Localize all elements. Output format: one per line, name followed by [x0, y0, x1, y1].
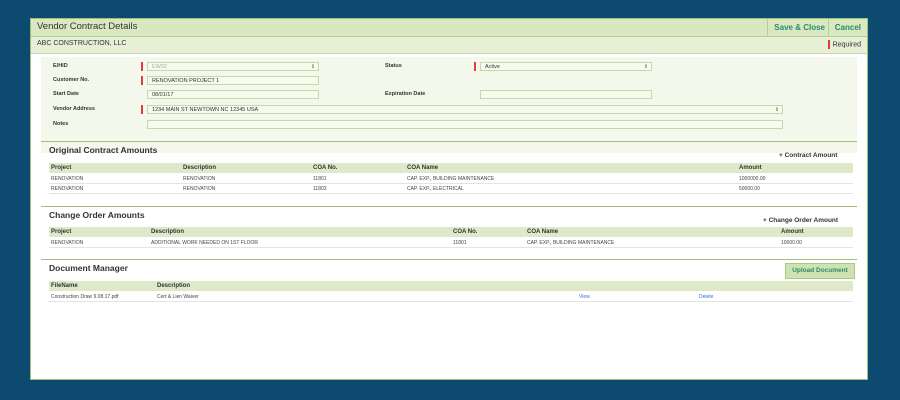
required-label: Required: [832, 41, 861, 49]
select-arrows-icon: ⇕: [774, 107, 779, 113]
col-coa-name: COA Name: [407, 165, 439, 171]
table-row[interactable]: RENOVATION RENOVATION 11801 CAP. EXP., B…: [49, 174, 853, 184]
customer-value: RENOVATION PROJECT 1: [152, 78, 220, 84]
status-select[interactable]: Active ⇕: [480, 62, 652, 71]
cell-coa-name: CAP. EXP., ELECTRICAL: [407, 186, 464, 192]
cell-description: ADDITIONAL WORK NEEDED ON 1ST FLOOR: [151, 240, 258, 246]
cell-coa-no: 11803: [313, 186, 327, 192]
company-name: ABC CONSTRUCTION, LLC: [37, 40, 127, 47]
vendor-address-select[interactable]: 1234 MAIN ST NEWTOWN NC 12345 USA ⇕: [147, 105, 783, 114]
change-table-header: Project Description COA No. COA Name Amo…: [49, 227, 853, 237]
required-marker: [474, 62, 476, 71]
original-contract-title: Original Contract Amounts: [49, 145, 158, 155]
view-document-link[interactable]: View: [579, 294, 590, 300]
document-manager-title: Document Manager: [49, 263, 128, 273]
col-amount: Amount: [739, 165, 762, 171]
col-coa-name: COA Name: [527, 229, 559, 235]
col-coa-no: COA No.: [453, 229, 478, 235]
cell-amount: 1000000.00: [739, 176, 766, 182]
required-marker: [141, 105, 143, 114]
ehid-value: EW02: [152, 64, 167, 70]
col-description: Description: [151, 229, 185, 235]
section-divider: [41, 259, 857, 260]
col-amount: Amount: [781, 229, 804, 235]
change-order-title: Change Order Amounts: [49, 210, 145, 220]
cell-coa-name: CAP. EXP., BUILDING MAINTENANCE: [407, 176, 495, 182]
cell-amount: 50000.00: [739, 186, 760, 192]
required-legend: Required: [827, 40, 861, 49]
required-marker: [141, 76, 143, 85]
required-marker: [827, 40, 830, 49]
save-close-button[interactable]: Save & Close: [767, 19, 831, 36]
cell-coa-no: 11801: [453, 240, 467, 246]
title-bar: Vendor Contract Details Save & Close Can…: [31, 19, 867, 37]
section-divider: [41, 141, 857, 142]
original-table-header: Project Description COA No. COA Name Amo…: [49, 163, 853, 173]
start-date-value: 08/01/17: [152, 92, 174, 98]
notes-field[interactable]: [147, 120, 783, 129]
cell-description: RENOVATION: [183, 186, 216, 192]
cell-project: RENOVATION: [51, 176, 84, 182]
upload-document-button[interactable]: Upload Document: [785, 263, 855, 279]
cell-description: Cert & Lien Waiver: [157, 294, 199, 300]
notes-label: Notes: [53, 121, 69, 127]
customer-field[interactable]: RENOVATION PROJECT 1: [147, 76, 319, 85]
documents-table-header: FileName Description: [49, 281, 853, 291]
expiration-date-field[interactable]: [480, 90, 652, 99]
cell-coa-name: CAP. EXP., BUILDING MAINTENANCE: [527, 240, 615, 246]
section-divider: [41, 206, 857, 207]
cell-project: RENOVATION: [51, 240, 84, 246]
cell-filename: Construction Draw 9.08.17.pdf: [51, 294, 119, 300]
table-row[interactable]: RENOVATION ADDITIONAL WORK NEEDED ON 1ST…: [49, 238, 853, 248]
start-date-field[interactable]: 08/01/17: [147, 90, 319, 99]
company-bar: ABC CONSTRUCTION, LLC Required: [31, 37, 867, 54]
table-row[interactable]: Construction Draw 9.08.17.pdf Cert & Lie…: [49, 292, 853, 302]
col-filename: FileName: [51, 283, 78, 289]
col-description: Description: [157, 283, 191, 289]
customer-label: Customer No.: [53, 77, 90, 83]
cell-coa-no: 11801: [313, 176, 327, 182]
status-value: Active: [485, 64, 500, 70]
col-description: Description: [183, 165, 217, 171]
select-arrows-icon: ⇕: [643, 64, 648, 70]
add-contract-amount-button[interactable]: + Contract Amount: [779, 152, 837, 159]
window-title: Vendor Contract Details: [37, 21, 138, 32]
ehid-label: E/HID: [53, 63, 68, 69]
contract-form: E/HID EW02 ⇕ Status Active ⇕ Customer No…: [41, 57, 857, 153]
cell-amount: 10000.00: [781, 240, 802, 246]
start-date-label: Start Date: [53, 91, 79, 97]
cell-project: RENOVATION: [51, 186, 84, 192]
vendor-address-value: 1234 MAIN ST NEWTOWN NC 12345 USA: [152, 107, 259, 113]
required-marker: [141, 62, 143, 71]
select-arrows-icon: ⇕: [310, 64, 315, 70]
delete-document-link[interactable]: Delete: [699, 294, 713, 300]
ehid-select[interactable]: EW02 ⇕: [147, 62, 319, 71]
add-change-order-button[interactable]: + Change Order Amount: [763, 217, 838, 224]
table-row[interactable]: RENOVATION RENOVATION 11803 CAP. EXP., E…: [49, 184, 853, 194]
col-coa-no: COA No.: [313, 165, 338, 171]
vendor-contract-window: Vendor Contract Details Save & Close Can…: [30, 18, 868, 380]
cell-description: RENOVATION: [183, 176, 216, 182]
status-label: Status: [385, 63, 402, 69]
col-project: Project: [51, 229, 72, 235]
expiration-date-label: Expiration Date: [385, 91, 426, 97]
col-project: Project: [51, 165, 72, 171]
vendor-address-label: Vendor Address: [53, 106, 95, 112]
cancel-button[interactable]: Cancel: [827, 19, 867, 36]
